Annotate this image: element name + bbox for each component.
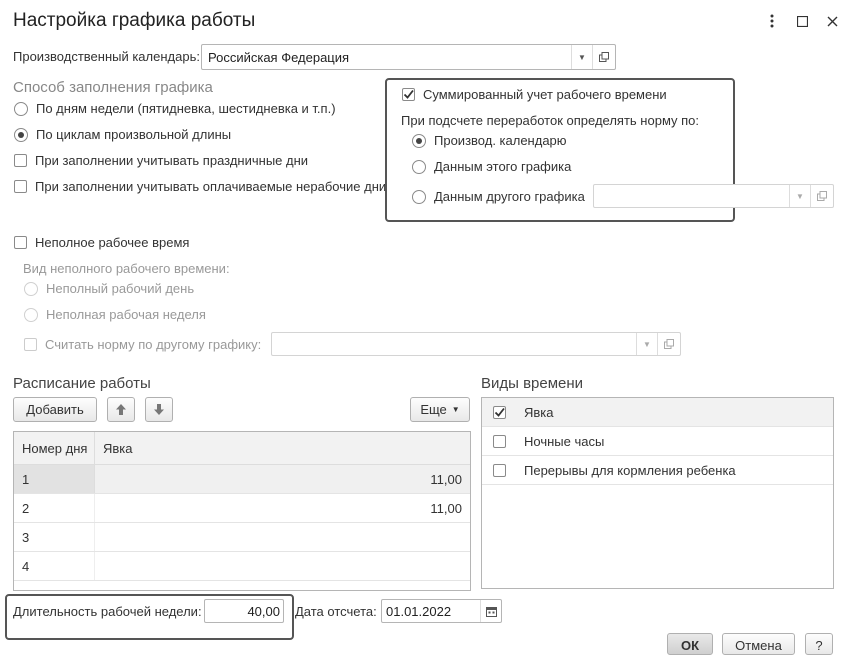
checkbox-icon[interactable] xyxy=(492,463,506,477)
radio-icon[interactable] xyxy=(14,101,28,116)
maximize-icon[interactable] xyxy=(792,10,812,32)
checkbox-icon[interactable] xyxy=(14,180,27,193)
other-norm-checkbox[interactable]: Считать норму по другому графику: xyxy=(24,337,261,352)
list-item[interactable]: Ночные часы xyxy=(482,427,833,456)
close-icon[interactable] xyxy=(822,10,842,32)
paid-nonworking-checkbox[interactable]: При заполнении учитывать оплачиваемые не… xyxy=(14,179,386,194)
calendar-icon[interactable] xyxy=(480,600,501,622)
calendar-label: Производственный календарь: xyxy=(13,49,200,64)
column-header-day[interactable]: Номер дня xyxy=(14,432,95,464)
radio-icon[interactable] xyxy=(412,159,426,174)
list-item[interactable]: Явка xyxy=(482,398,833,427)
radio-icon[interactable] xyxy=(24,307,38,322)
holidays-checkbox[interactable]: При заполнении учитывать праздничные дни xyxy=(14,153,308,168)
checkbox-icon[interactable] xyxy=(24,338,37,351)
summary-checkbox[interactable]: Суммированный учет рабочего времени xyxy=(402,87,667,102)
move-down-button[interactable] xyxy=(145,397,173,422)
more-button[interactable]: Еще ▼ xyxy=(410,397,470,422)
chevron-down-icon[interactable]: ▼ xyxy=(571,45,592,69)
checkbox-checked-icon[interactable] xyxy=(402,88,415,101)
add-button[interactable]: Добавить xyxy=(13,397,97,422)
checkbox-icon[interactable] xyxy=(14,154,27,167)
parttime-checkbox[interactable]: Неполное рабочее время xyxy=(14,235,189,250)
chevron-down-icon: ▼ xyxy=(451,405,460,414)
parttime-day-option[interactable]: Неполный рабочий день xyxy=(24,281,194,296)
open-icon[interactable] xyxy=(810,185,833,207)
fill-by-weekdays-option[interactable]: По дням недели (пятидневка, шестидневка … xyxy=(14,101,336,116)
calendar-value[interactable]: Российская Федерация xyxy=(202,50,571,65)
calendar-field[interactable]: Российская Федерация ▼ xyxy=(201,44,616,70)
checkbox-checked-icon[interactable] xyxy=(492,405,506,419)
fill-method-heading: Способ заполнения графика xyxy=(13,79,213,96)
checkbox-icon[interactable] xyxy=(492,434,506,448)
table-row[interactable]: 1 11,00 xyxy=(14,465,470,494)
move-up-button[interactable] xyxy=(107,397,135,422)
parttime-kind-label: Вид неполного рабочего времени: xyxy=(23,261,230,276)
week-length-field[interactable]: 40,00 xyxy=(204,599,284,623)
open-icon[interactable] xyxy=(657,333,680,355)
more-menu-icon[interactable] xyxy=(762,10,782,32)
open-icon[interactable] xyxy=(592,45,615,69)
checkbox-icon[interactable] xyxy=(14,236,27,249)
other-norm-field[interactable]: ▼ xyxy=(271,332,681,356)
time-kinds-list[interactable]: Явка Ночные часы Перерывы для кормления … xyxy=(481,397,834,589)
list-item[interactable]: Перерывы для кормления ребенка xyxy=(482,456,833,485)
cancel-button[interactable]: Отмена xyxy=(722,633,795,655)
arrow-down-icon xyxy=(154,404,164,415)
arrow-up-icon xyxy=(116,404,126,415)
table-row[interactable]: 2 11,00 xyxy=(14,494,470,523)
table-row[interactable]: 4 xyxy=(14,552,470,581)
window-title: Настройка графика работы xyxy=(13,10,256,31)
radio-selected-icon[interactable] xyxy=(14,127,28,142)
fill-by-cycles-option[interactable]: По циклам произвольной длины xyxy=(14,127,231,142)
norm-by-other-schedule-option[interactable]: Данным другого графика xyxy=(412,189,585,204)
ref-date-field[interactable]: 01.01.2022 xyxy=(381,599,502,623)
schedule-heading: Расписание работы xyxy=(13,375,151,392)
parttime-week-option[interactable]: Неполная рабочая неделя xyxy=(24,307,206,322)
radio-icon[interactable] xyxy=(412,189,426,204)
other-schedule-field[interactable]: ▼ xyxy=(593,184,834,208)
chevron-down-icon[interactable]: ▼ xyxy=(789,185,810,207)
ref-date-label: Дата отсчета: xyxy=(295,604,377,619)
table-row[interactable]: 3 xyxy=(14,523,470,552)
schedule-table[interactable]: Номер дня Явка 1 11,00 2 11,00 3 4 xyxy=(13,431,471,591)
week-length-label: Длительность рабочей недели: xyxy=(13,604,202,619)
column-header-attendance[interactable]: Явка xyxy=(95,441,470,456)
norm-heading: При подсчете переработок определять норм… xyxy=(401,113,700,128)
norm-by-this-schedule-option[interactable]: Данным этого графика xyxy=(412,159,571,174)
time-kinds-heading: Виды времени xyxy=(481,375,584,392)
radio-icon[interactable] xyxy=(24,281,38,296)
radio-selected-icon[interactable] xyxy=(412,133,426,148)
norm-by-calendar-option[interactable]: Производ. календарю xyxy=(412,133,567,148)
chevron-down-icon[interactable]: ▼ xyxy=(636,333,657,355)
ok-button[interactable]: ОК xyxy=(667,633,713,655)
help-button[interactable]: ? xyxy=(805,633,833,655)
